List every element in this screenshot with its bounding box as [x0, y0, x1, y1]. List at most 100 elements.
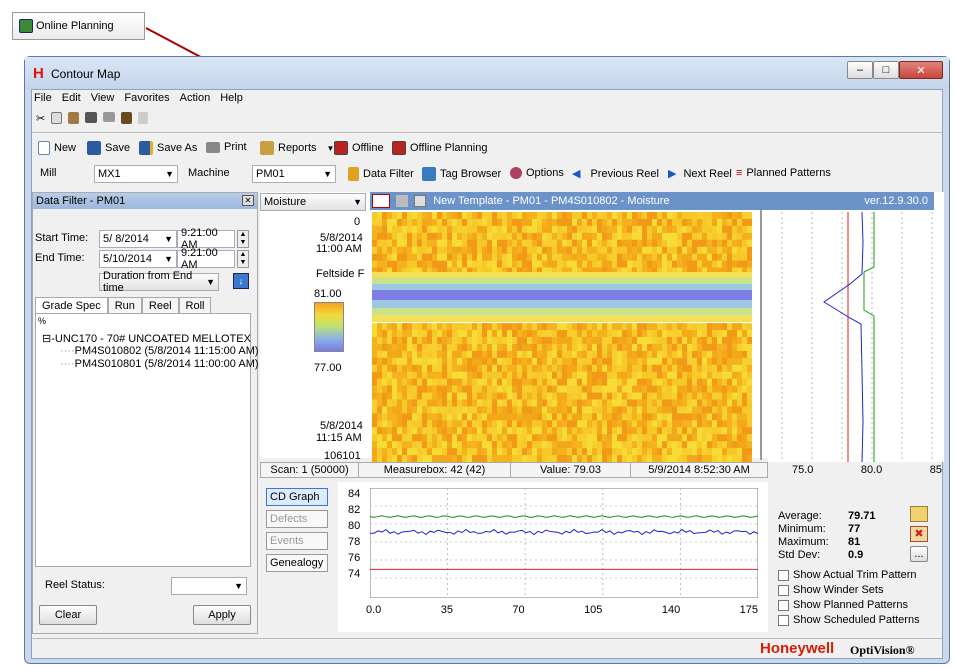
- new-button[interactable]: New: [38, 141, 76, 155]
- defects-button[interactable]: Defects: [266, 510, 328, 528]
- close-button[interactable]: ✕: [899, 61, 943, 79]
- new-document-icon: [38, 141, 50, 155]
- cut-icon[interactable]: ✂: [36, 112, 45, 125]
- arrow-left-icon: ◀: [572, 168, 581, 180]
- maximize-button[interactable]: □: [873, 61, 899, 79]
- checkbox-scheduled-patterns[interactable]: Show Scheduled Patterns: [778, 613, 920, 628]
- delete-icon[interactable]: ✖: [910, 526, 928, 542]
- options-button[interactable]: Options: [510, 167, 564, 179]
- menu-view[interactable]: View: [91, 92, 115, 104]
- tag-browser-icon: [422, 167, 436, 181]
- menu-edit[interactable]: Edit: [62, 92, 81, 104]
- machine-select[interactable]: PM01 ▼: [252, 165, 336, 183]
- start-date-picker[interactable]: 5/ 8/2014 ▼: [99, 230, 177, 248]
- chevron-down-icon: ▼: [323, 169, 332, 179]
- machine-label: Machine: [188, 167, 230, 179]
- contour-heatmap[interactable]: [372, 212, 752, 462]
- menu-help[interactable]: Help: [220, 92, 243, 104]
- optivision-logo: OptiVision®: [850, 643, 915, 657]
- mill-label: Mill: [40, 167, 57, 179]
- reel-status-label: Reel Status:: [45, 579, 105, 591]
- panel-close-icon[interactable]: ✕: [242, 195, 254, 206]
- toolbar-divider: [32, 132, 942, 133]
- heatmap-band: [372, 315, 752, 322]
- zoom-icon[interactable]: [372, 194, 390, 209]
- end-time-label: End Time:: [35, 252, 85, 264]
- client-area: File Edit View Favorites Action Help ✂ N…: [31, 89, 944, 659]
- more-button[interactable]: ...: [910, 546, 928, 562]
- app-logo-icon: H: [33, 65, 44, 82]
- std-dev-value: 0.9: [848, 549, 864, 561]
- tag-browser-button[interactable]: Tag Browser: [422, 167, 501, 181]
- cd-profile-chart[interactable]: [768, 212, 944, 462]
- end-time-spinner[interactable]: ▲ ▼: [237, 250, 249, 268]
- tree-root[interactable]: ⊟-UNC170 - 70# UNCOATED MELLOTEX: [42, 332, 251, 345]
- duration-select[interactable]: Duration from End time ▼: [99, 270, 219, 294]
- folder-icon[interactable]: [910, 506, 928, 522]
- data-filter-button[interactable]: Data Filter: [348, 167, 414, 181]
- menu-bar: File Edit View Favorites Action Help: [34, 92, 243, 104]
- start-time-spinner[interactable]: ▲ ▼: [237, 230, 249, 248]
- measurement-select[interactable]: Moisture ▼: [260, 193, 366, 211]
- minimize-button[interactable]: –: [847, 61, 873, 79]
- reports-button[interactable]: Reports ▼: [260, 141, 334, 155]
- eraser-icon[interactable]: [103, 112, 116, 122]
- chevron-down-icon: ▼: [234, 581, 243, 591]
- menu-file[interactable]: File: [34, 92, 52, 104]
- icon-toolbar: ✂: [36, 112, 149, 125]
- offline-button[interactable]: Offline: [334, 141, 384, 155]
- copy-icon[interactable]: [51, 112, 63, 124]
- info-icon[interactable]: [414, 195, 427, 208]
- events-button[interactable]: Events: [266, 532, 328, 550]
- apply-button[interactable]: Apply: [193, 605, 251, 625]
- tree-item[interactable]: ····PM4S010802 (5/8/2014 11:15:00 AM): [60, 345, 259, 357]
- mill-select[interactable]: MX1 ▼: [94, 165, 178, 183]
- clear-button[interactable]: Clear: [39, 605, 97, 625]
- end-date-picker[interactable]: 5/10/2014 ▼: [99, 250, 177, 268]
- tab-run[interactable]: Run: [107, 297, 142, 314]
- print-button[interactable]: Print: [206, 141, 247, 153]
- offline-icon: [334, 141, 348, 155]
- genealogy-button[interactable]: Genealogy: [266, 554, 328, 572]
- printer-icon[interactable]: [85, 112, 98, 123]
- tab-reel[interactable]: Reel: [141, 297, 179, 314]
- trend-background: [370, 488, 758, 598]
- planned-patterns-icon: ≡: [736, 167, 743, 179]
- binoculars-icon[interactable]: [121, 112, 133, 124]
- value-status: Value: 79.03: [511, 463, 631, 477]
- tab-roll[interactable]: Roll: [178, 297, 212, 314]
- save-as-button[interactable]: Save As: [139, 141, 197, 155]
- collapse-icon[interactable]: ⊟: [42, 333, 51, 345]
- cd-graph-button[interactable]: CD Graph: [266, 488, 328, 506]
- tab-grade-spec[interactable]: Grade Spec: [35, 297, 108, 314]
- menu-action[interactable]: Action: [180, 92, 211, 104]
- checkbox-planned-patterns[interactable]: Show Planned Patterns: [778, 598, 920, 613]
- paste-icon[interactable]: [68, 112, 80, 124]
- document-icon[interactable]: [138, 112, 149, 124]
- gray-box-icon[interactable]: [396, 195, 409, 208]
- checkbox-actual-trim[interactable]: Show Actual Trim Pattern: [778, 568, 920, 583]
- save-button[interactable]: Save: [87, 141, 130, 155]
- menu-favorites[interactable]: Favorites: [124, 92, 169, 104]
- save-as-icon: [139, 141, 153, 155]
- honeywell-logo: Honeywell: [760, 640, 835, 657]
- trend-plot[interactable]: [370, 488, 758, 598]
- planned-patterns-button[interactable]: ≡ Planned Patterns: [736, 167, 831, 179]
- start-time-input[interactable]: 9:21:00 AM: [177, 227, 235, 251]
- previous-reel-button[interactable]: ◀ Previous Reel: [572, 167, 659, 181]
- window-title: Contour Map: [51, 67, 121, 81]
- offline-planning-button[interactable]: Offline Planning: [392, 141, 487, 155]
- next-reel-button[interactable]: ▶ Next Reel: [668, 167, 732, 181]
- maximum-value: 81: [848, 536, 861, 548]
- checkbox-winder-sets[interactable]: Show Winder Sets: [778, 583, 920, 598]
- reel-status-select[interactable]: ▼: [171, 577, 247, 595]
- tree-filter-symbol: %: [38, 316, 47, 326]
- tree-item[interactable]: ····PM4S010801 (5/8/2014 11:00:00 AM): [60, 358, 259, 370]
- data-filter-panel: Data Filter - PM01 ✕ Start Time: 5/ 8/20…: [32, 192, 259, 634]
- time-status: 5/9/2014 8:52:30 AM: [648, 464, 750, 476]
- average-value: 79.71: [848, 510, 876, 522]
- end-time-input[interactable]: 9:21:00 AM: [177, 247, 235, 271]
- chevron-down-icon: ▼: [206, 277, 215, 287]
- scan-status: Scan: 1 (50000): [261, 463, 359, 477]
- duration-apply-button[interactable]: ↓: [233, 273, 249, 289]
